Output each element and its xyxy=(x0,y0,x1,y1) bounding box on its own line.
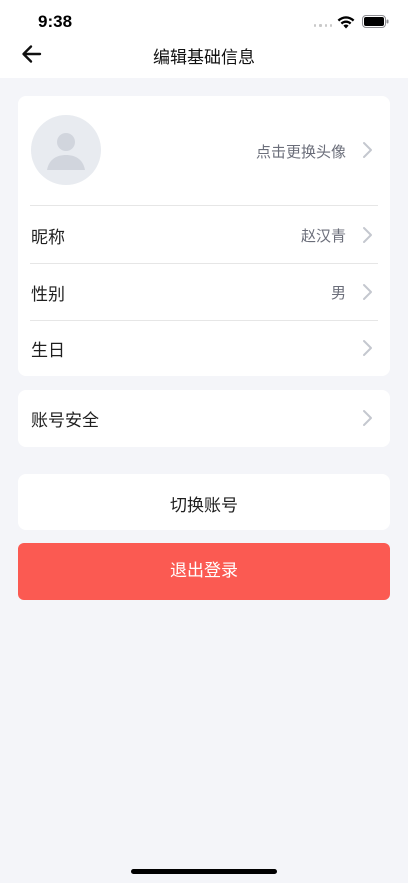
status-time: 9:38 xyxy=(38,12,73,31)
birthday-label: 生日 xyxy=(31,341,65,361)
wifi-icon xyxy=(337,16,355,29)
gender-value: 男 xyxy=(330,284,346,302)
chevron-right-icon xyxy=(363,142,372,158)
account-security-label: 账号安全 xyxy=(31,411,99,431)
switch-account-button[interactable]: 切换账号 xyxy=(18,474,390,530)
switch-account-label: 切换账号 xyxy=(170,496,238,516)
gender-row[interactable]: 性别 男 xyxy=(18,264,390,321)
nickname-row[interactable]: 昵称 赵汉青 xyxy=(18,206,390,264)
chevron-right-icon xyxy=(363,227,372,243)
chevron-right-icon xyxy=(363,284,372,300)
user-avatar-placeholder-icon xyxy=(31,115,101,185)
nickname-value: 赵汉青 xyxy=(300,227,346,245)
nickname-label: 昵称 xyxy=(31,228,65,248)
chevron-right-icon xyxy=(363,410,372,426)
avatar-row[interactable]: 点击更换头像 xyxy=(18,96,390,206)
navigation-bar: 编辑基础信息 xyxy=(0,34,408,74)
chevron-right-icon xyxy=(363,340,372,356)
cellular-signal-icon xyxy=(314,21,332,27)
birthday-row[interactable]: 生日 xyxy=(18,321,390,376)
account-security-row[interactable]: 账号安全 xyxy=(18,390,390,447)
change-avatar-hint: 点击更换头像 xyxy=(255,143,346,161)
gender-label: 性别 xyxy=(31,285,65,305)
profile-card: 点击更换头像 昵称 赵汉青 性别 男 生日 xyxy=(18,96,390,376)
page-title: 编辑基础信息 xyxy=(153,48,255,68)
account-security-card: 账号安全 xyxy=(18,390,390,447)
home-indicator xyxy=(131,869,277,874)
battery-icon xyxy=(362,15,389,28)
logout-button[interactable]: 退出登录 xyxy=(18,543,390,600)
